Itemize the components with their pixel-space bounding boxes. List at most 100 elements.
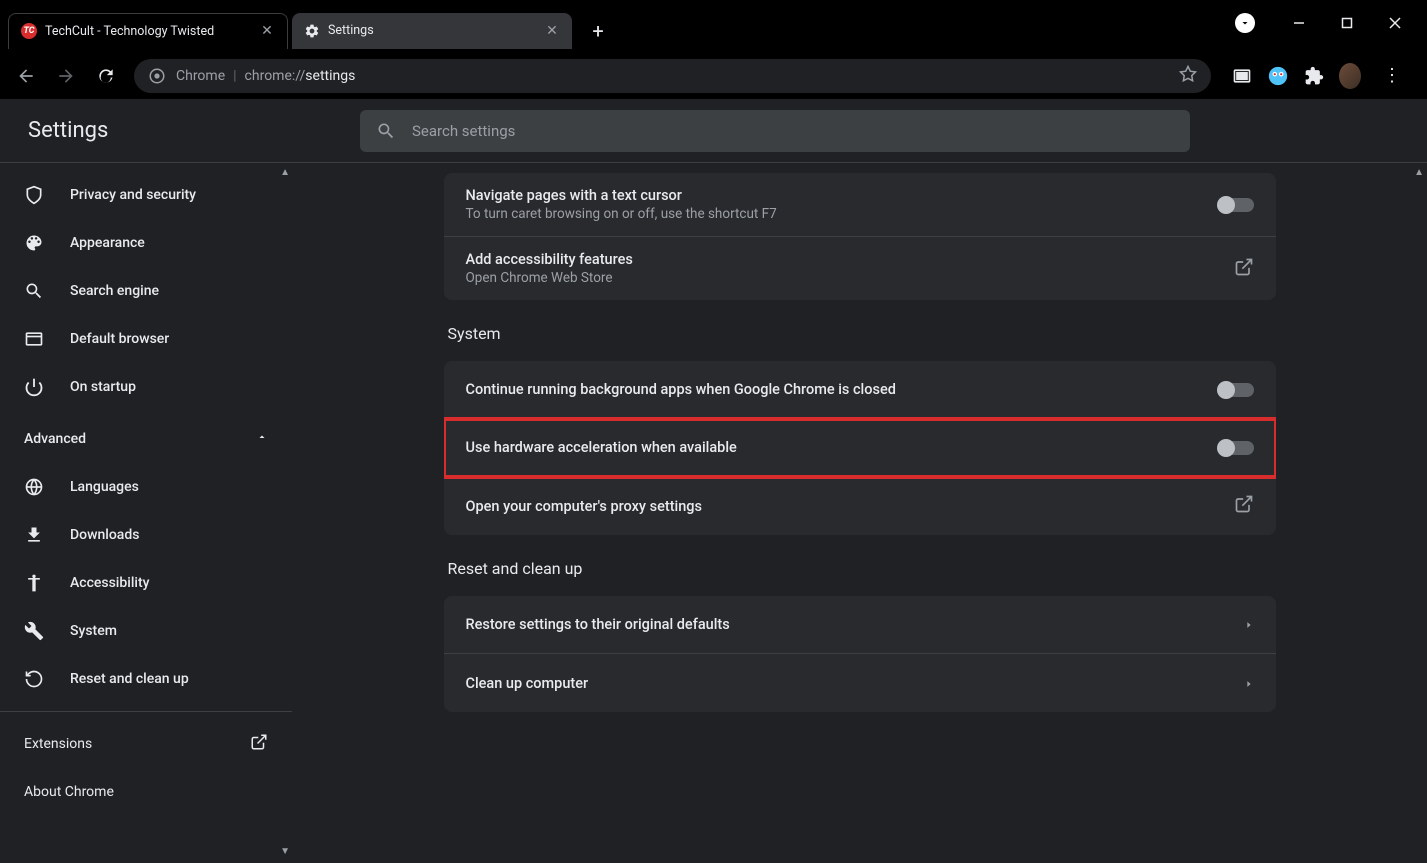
- download-icon: [24, 525, 44, 545]
- sidebar-item-default-browser[interactable]: Default browser: [0, 319, 292, 359]
- chevron-right-icon: [1244, 615, 1254, 634]
- scrollbar-down-arrow[interactable]: ▼: [280, 846, 290, 857]
- system-card: Continue running background apps when Go…: [444, 361, 1276, 535]
- chrome-icon: [148, 67, 166, 85]
- accessibility-icon: [24, 573, 44, 593]
- sidebar-label: Advanced: [24, 431, 86, 447]
- settings-header: Settings: [0, 99, 1427, 163]
- cast-icon[interactable]: [1235, 13, 1255, 33]
- extensions-puzzle-icon[interactable]: [1303, 65, 1325, 87]
- sidebar-label: System: [70, 623, 117, 639]
- favicon-settings: [304, 23, 320, 39]
- omnibox[interactable]: Chrome | chrome://settings: [134, 59, 1211, 93]
- search-input[interactable]: [412, 122, 1174, 140]
- address-bar: Chrome | chrome://settings ⋮: [0, 53, 1427, 99]
- toolbar-icons: ⋮: [1221, 65, 1419, 87]
- sidebar-item-privacy[interactable]: Privacy and security: [0, 175, 292, 215]
- chrome-menu-icon[interactable]: ⋮: [1375, 65, 1409, 86]
- palette-icon: [24, 233, 44, 253]
- forward-button[interactable]: [48, 58, 84, 94]
- settings-title: Settings: [20, 118, 360, 143]
- window-controls: [1235, 0, 1427, 45]
- sidebar-label: Default browser: [70, 331, 169, 347]
- sidebar-item-reset[interactable]: Reset and clean up: [0, 659, 292, 699]
- power-icon: [24, 377, 44, 397]
- sidebar-section-advanced[interactable]: Advanced: [0, 419, 292, 459]
- external-link-icon: [1234, 494, 1254, 518]
- external-link-icon: [250, 733, 268, 755]
- shield-icon: [24, 185, 44, 205]
- new-tab-button[interactable]: +: [584, 17, 612, 45]
- sidebar-label: Reset and clean up: [70, 671, 189, 687]
- close-window-button[interactable]: [1375, 7, 1415, 39]
- maximize-button[interactable]: [1327, 7, 1367, 39]
- close-tab-icon[interactable]: ✕: [259, 23, 275, 39]
- sidebar-item-search-engine[interactable]: Search engine: [0, 271, 292, 311]
- restore-icon: [24, 669, 44, 689]
- sidebar-label: Accessibility: [70, 575, 149, 591]
- sidebar-label: Search engine: [70, 283, 159, 299]
- sidebar: ▲ Privacy and security Appearance Search…: [0, 99, 292, 863]
- sidebar-label: On startup: [70, 379, 136, 395]
- wrench-icon: [24, 621, 44, 641]
- row-accessibility-features[interactable]: Add accessibility features Open Chrome W…: [444, 237, 1276, 300]
- window-icon: [24, 329, 44, 349]
- sidebar-item-startup[interactable]: On startup: [0, 367, 292, 407]
- row-restore-defaults[interactable]: Restore settings to their original defau…: [444, 596, 1276, 654]
- sidebar-item-downloads[interactable]: Downloads: [0, 515, 292, 555]
- row-proxy-settings[interactable]: Open your computer's proxy settings: [444, 477, 1276, 535]
- sidebar-label: About Chrome: [24, 784, 114, 800]
- sidebar-item-accessibility[interactable]: Accessibility: [0, 563, 292, 603]
- external-link-icon: [1234, 257, 1254, 281]
- row-title: Navigate pages with a text cursor: [466, 187, 1218, 204]
- section-title-system: System: [448, 324, 1276, 343]
- tab-title: TechCult - Technology Twisted: [45, 24, 253, 39]
- toggle-caret-browsing[interactable]: [1218, 198, 1254, 212]
- row-title: Restore settings to their original defau…: [466, 616, 1244, 633]
- extension-icon-1[interactable]: [1267, 65, 1289, 87]
- tab-settings[interactable]: Settings ✕: [292, 13, 572, 49]
- close-tab-icon[interactable]: ✕: [544, 23, 560, 39]
- sidebar-label: Extensions: [24, 736, 92, 752]
- tab-strip: TC TechCult - Technology Twisted ✕ Setti…: [0, 8, 1427, 53]
- main-content: ▲ Navigate pages with a text cursor To t…: [292, 99, 1427, 863]
- minimize-button[interactable]: [1279, 7, 1319, 39]
- titlebar: [0, 0, 1427, 8]
- sidebar-item-system[interactable]: System: [0, 611, 292, 651]
- reload-button[interactable]: [88, 58, 124, 94]
- row-title: Open your computer's proxy settings: [466, 498, 1234, 515]
- row-hardware-acceleration: Use hardware acceleration when available: [444, 419, 1276, 477]
- back-button[interactable]: [8, 58, 44, 94]
- sidebar-item-extensions[interactable]: Extensions: [0, 720, 292, 768]
- profile-avatar[interactable]: [1339, 65, 1361, 87]
- row-title: Continue running background apps when Go…: [466, 381, 1218, 398]
- tab-techcult[interactable]: TC TechCult - Technology Twisted ✕: [8, 13, 288, 49]
- row-cleanup-computer[interactable]: Clean up computer: [444, 654, 1276, 712]
- search-settings-box[interactable]: [360, 110, 1190, 152]
- chevron-right-icon: [1244, 674, 1254, 693]
- row-subtitle: Open Chrome Web Store: [466, 270, 1234, 286]
- sidebar-item-languages[interactable]: Languages: [0, 467, 292, 507]
- accessibility-card: Navigate pages with a text cursor To tur…: [444, 173, 1276, 300]
- row-title: Clean up computer: [466, 675, 1244, 692]
- row-title: Use hardware acceleration when available: [466, 439, 1218, 456]
- search-icon: [376, 121, 396, 141]
- scrollbar-up-arrow[interactable]: ▲: [280, 167, 290, 178]
- reading-list-icon[interactable]: [1231, 65, 1253, 87]
- sidebar-label: Downloads: [70, 527, 139, 543]
- bookmark-star-icon[interactable]: [1179, 65, 1197, 87]
- reset-card: Restore settings to their original defau…: [444, 596, 1276, 712]
- toggle-background-apps[interactable]: [1218, 383, 1254, 397]
- sidebar-item-about[interactable]: About Chrome: [0, 768, 292, 816]
- sidebar-item-appearance[interactable]: Appearance: [0, 223, 292, 263]
- row-subtitle: To turn caret browsing on or off, use th…: [466, 206, 1218, 222]
- row-background-apps: Continue running background apps when Go…: [444, 361, 1276, 419]
- sidebar-label: Privacy and security: [70, 187, 196, 203]
- scrollbar-up-arrow[interactable]: ▲: [1414, 167, 1424, 178]
- search-icon: [24, 281, 44, 301]
- sidebar-label: Appearance: [70, 235, 145, 251]
- row-title: Add accessibility features: [466, 251, 1234, 268]
- favicon-techcult: TC: [21, 23, 37, 39]
- chevron-up-icon: [256, 431, 268, 447]
- toggle-hardware-acceleration[interactable]: [1218, 441, 1254, 455]
